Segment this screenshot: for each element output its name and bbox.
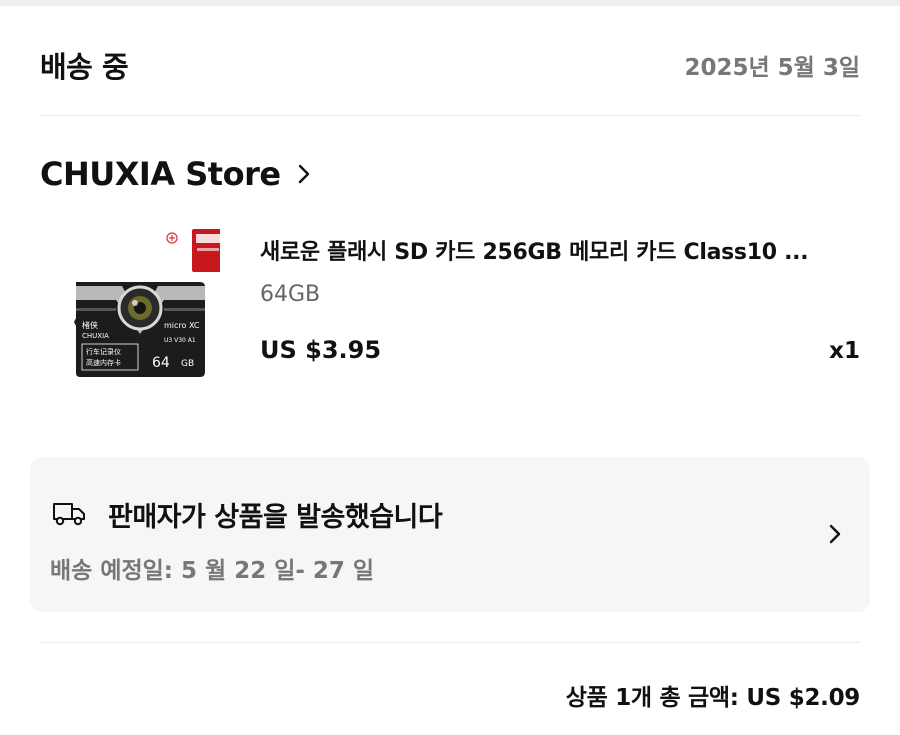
card-logo: micro XC: [164, 321, 200, 330]
shipping-status: 판매자가 상품을 발송했습니다: [108, 502, 443, 533]
order-total: 상품 1개 총 금액: US $2.09: [565, 685, 861, 711]
shipping-eta: 배송 예정일: 5 월 22 일- 27 일: [50, 558, 375, 584]
card-capacity-unit: GB: [181, 359, 194, 369]
order-date: 2025년 5월 3일: [684, 55, 860, 81]
card-brand: CHUXIA: [82, 332, 109, 340]
top-strip: [0, 0, 900, 6]
card-label-line1: 行车记录仪: [86, 347, 121, 356]
product-variant: 64GB: [260, 282, 321, 307]
store-name: CHUXIA Store: [40, 155, 281, 193]
product-price: US $3.95: [260, 336, 382, 364]
divider: [40, 642, 860, 643]
order-header: 배송 중 2025년 5월 3일: [40, 40, 860, 90]
chevron-right-icon: [297, 163, 311, 185]
card-brand-cn: 楮侠: [82, 320, 98, 330]
chevron-right-icon: [828, 523, 842, 545]
product-image[interactable]: 楮侠 CHUXIA 行车记录仪 高速内存卡 micro XC U3 V30 A1…: [60, 220, 224, 380]
shipping-status-card[interactable]: 판매자가 상품을 발송했습니다 배송 예정일: 5 월 22 일- 27 일: [30, 457, 870, 612]
divider: [40, 115, 860, 116]
product-quantity: x1: [829, 338, 860, 364]
truck-icon: [52, 499, 86, 527]
product-item[interactable]: 楮侠 CHUXIA 行车记录仪 高速内存卡 micro XC U3 V30 A1…: [60, 220, 860, 390]
card-label-line2: 高速内存卡: [86, 358, 121, 367]
product-title[interactable]: 새로운 플래시 SD 카드 256GB 메모리 카드 Class10 ...: [260, 234, 860, 266]
card-capacity: 64: [152, 355, 170, 371]
store-link[interactable]: CHUXIA Store: [40, 150, 311, 198]
order-status: 배송 중: [40, 50, 129, 84]
card-speed: U3 V30 A1: [164, 337, 196, 344]
